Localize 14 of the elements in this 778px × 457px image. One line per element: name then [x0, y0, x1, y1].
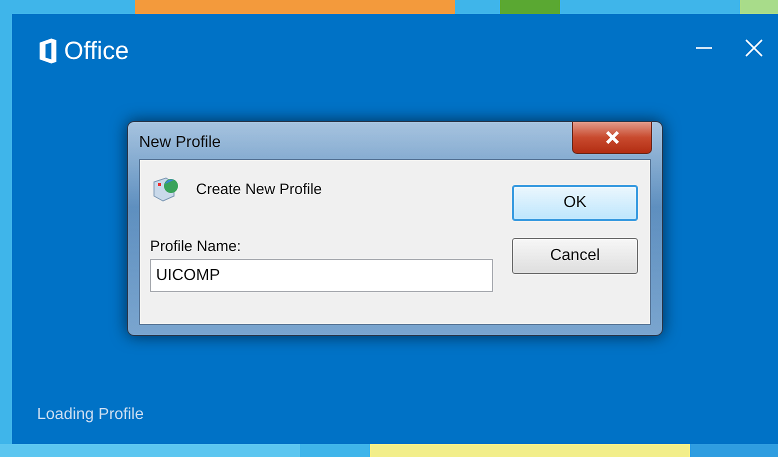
dialog-button[interactable]: Cancel: [512, 238, 638, 274]
dialog-heading: Create New Profile: [196, 180, 322, 198]
app-logo-text: Office: [64, 36, 129, 66]
wallpaper-stripe: [500, 0, 560, 14]
dialog-button[interactable]: OK: [512, 185, 638, 221]
close-icon: [604, 131, 620, 144]
close-button[interactable]: [572, 122, 652, 154]
logo-icon: [38, 36, 58, 66]
status-text: Loading Profile: [36, 406, 145, 425]
field-label: Profile Name:: [150, 238, 242, 255]
wallpaper-stripe: [740, 0, 778, 14]
profile-name-field[interactable]: UICOMP: [150, 259, 493, 292]
close-icon[interactable]: [744, 38, 764, 58]
dialog-title: New Profile: [139, 133, 221, 152]
